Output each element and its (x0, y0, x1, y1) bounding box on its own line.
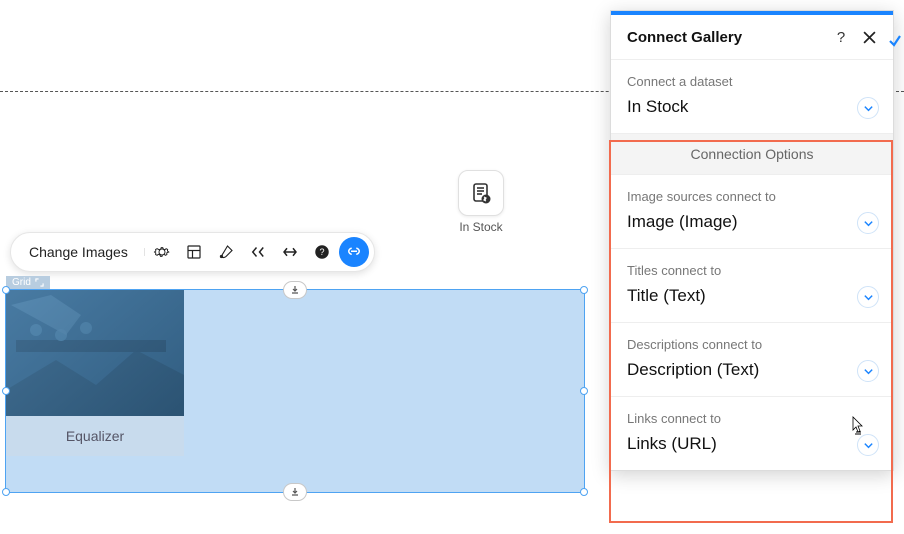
panel-help-button[interactable]: ? (831, 27, 851, 47)
row-value: Links (URL) (627, 434, 877, 454)
download-bottom-button[interactable] (283, 483, 307, 501)
dataset-icon (469, 181, 493, 205)
panel-title: Connect Gallery (627, 29, 823, 46)
dataset-label: Connect a dataset (627, 74, 877, 89)
close-icon (863, 31, 876, 44)
row-dropdown[interactable] (857, 286, 879, 308)
row-label: Image sources connect to (627, 189, 877, 204)
dataset-dropdown[interactable] (857, 97, 879, 119)
settings-button[interactable] (147, 237, 177, 267)
chevron-down-icon (863, 218, 874, 229)
row-label: Links connect to (627, 411, 877, 426)
panel-header: Connect Gallery ? (611, 15, 893, 60)
chevrons-icon (249, 243, 267, 261)
chevron-down-icon (863, 292, 874, 303)
gallery-toolbar: Change Images ? (10, 232, 375, 272)
stretch-button[interactable] (275, 237, 305, 267)
connect-gallery-panel: Connect Gallery ? Connect a dataset In S… (610, 10, 894, 471)
row-dropdown[interactable] (857, 212, 879, 234)
connect-data-button[interactable] (339, 237, 369, 267)
svg-text:?: ? (319, 247, 324, 257)
help-button[interactable]: ? (307, 237, 337, 267)
gallery-item-image (6, 290, 184, 416)
connection-options-heading: Connection Options (611, 134, 893, 175)
chevron-down-icon (863, 440, 874, 451)
chevron-down-icon (863, 366, 874, 377)
grid-tag-label: Grid (12, 277, 31, 288)
image-sources-row[interactable]: Image sources connect to Image (Image) (611, 175, 893, 249)
editor-canvas: In Stock Change Images ? Grid (0, 0, 904, 534)
row-dropdown[interactable] (857, 360, 879, 382)
design-button[interactable] (211, 237, 241, 267)
gallery-item[interactable]: Equalizer (6, 290, 184, 456)
resize-handle[interactable] (580, 488, 588, 496)
stretch-icon (281, 243, 299, 261)
download-top-button[interactable] (283, 281, 307, 299)
resize-handle[interactable] (2, 286, 10, 294)
resize-handle[interactable] (2, 387, 10, 395)
row-dropdown[interactable] (857, 434, 879, 456)
grid-tag: Grid (6, 276, 50, 289)
question-circle-icon: ? (313, 243, 331, 261)
gear-icon (153, 243, 171, 261)
row-label: Titles connect to (627, 263, 877, 278)
dataset-widget-caption: In Stock (438, 220, 524, 234)
layout-button[interactable] (179, 237, 209, 267)
question-icon: ? (837, 29, 845, 46)
gallery-item-caption: Equalizer (6, 416, 184, 456)
dataset-row[interactable]: Connect a dataset In Stock (611, 60, 893, 134)
row-value: Description (Text) (627, 360, 877, 380)
row-label: Descriptions connect to (627, 337, 877, 352)
gallery-selection[interactable]: Grid Equalizer (5, 289, 585, 493)
descriptions-row[interactable]: Descriptions connect to Description (Tex… (611, 323, 893, 397)
change-images-button[interactable]: Change Images (15, 244, 142, 260)
dataset-value: In Stock (627, 97, 877, 117)
resize-handle[interactable] (2, 488, 10, 496)
expand-icon (35, 278, 44, 287)
titles-row[interactable]: Titles connect to Title (Text) (611, 249, 893, 323)
animation-button[interactable] (243, 237, 273, 267)
chevron-down-icon (863, 103, 874, 114)
cursor-icon (850, 416, 866, 436)
download-icon (290, 285, 300, 295)
link-chain-icon (345, 243, 363, 261)
resize-handle[interactable] (580, 387, 588, 395)
row-value: Image (Image) (627, 212, 877, 232)
layout-icon (185, 243, 203, 261)
download-icon (290, 487, 300, 497)
row-value: Title (Text) (627, 286, 877, 306)
checkmark-icon (888, 34, 902, 48)
dataset-widget[interactable] (458, 170, 504, 216)
resize-handle[interactable] (580, 286, 588, 294)
brush-icon (217, 243, 235, 261)
panel-close-button[interactable] (859, 27, 879, 47)
